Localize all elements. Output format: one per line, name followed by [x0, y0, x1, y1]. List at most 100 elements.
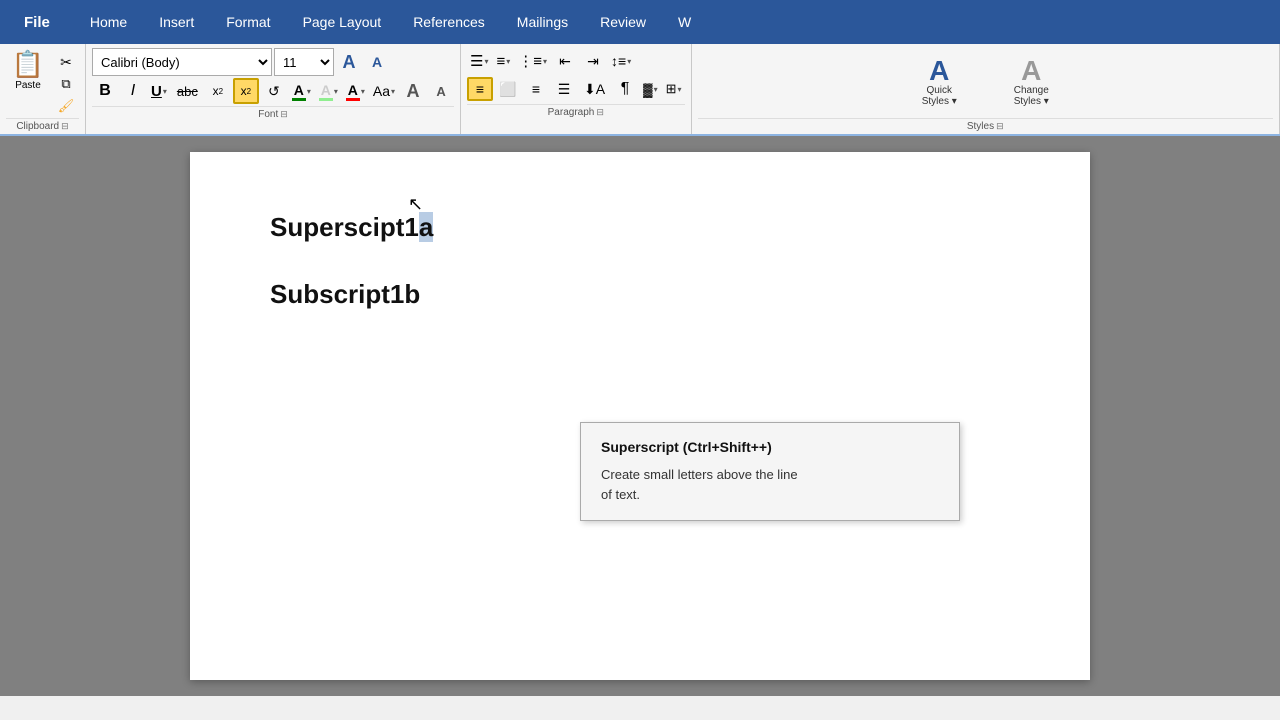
shading-dropdown[interactable]: ▓ ▾: [640, 77, 661, 101]
paragraph-label: Paragraph ⊟: [467, 104, 685, 120]
font-highlight-drop-arrow: ▾: [334, 87, 338, 96]
font-label: Font ⊟: [92, 106, 454, 122]
bullets-icon: ☰: [470, 52, 483, 70]
shrink-a-button[interactable]: A: [428, 78, 454, 104]
text-highlight-dropdown[interactable]: A ▾: [289, 79, 314, 103]
underline-dropdown[interactable]: U ▾: [148, 79, 170, 103]
font-name-select[interactable]: Calibri (Body): [92, 48, 272, 76]
change-styles-button[interactable]: A Change Styles ▾: [991, 56, 1071, 108]
decrease-indent-button[interactable]: ⇤: [552, 48, 578, 74]
aa-icon: Aa: [373, 83, 390, 99]
numbering-dropdown[interactable]: ≡ ▾: [493, 49, 513, 73]
line-spacing-dropdown[interactable]: ↕≡ ▾: [608, 49, 634, 73]
tooltip-title: Superscript (Ctrl+Shift++): [601, 439, 939, 455]
subscript-button[interactable]: x2: [205, 78, 231, 104]
font-expand-icon[interactable]: ⊟: [280, 109, 288, 120]
more-menu[interactable]: W: [662, 0, 707, 44]
ribbon-groups: 📋 Paste ✂ ⧉ 🖌 Clipboard: [0, 44, 1280, 134]
multilevel-icon: ⋮≡: [518, 52, 542, 70]
paste-label: Paste: [15, 80, 41, 91]
clipboard-label: Clipboard ⊟: [6, 118, 79, 134]
align-left-icon: ≡: [476, 81, 484, 97]
mailings-menu[interactable]: Mailings: [501, 0, 584, 44]
tooltip-description: Create small letters above the lineof te…: [601, 465, 939, 504]
change-styles-label: Change Styles ▾: [1014, 85, 1049, 107]
superscript-highlighted-char: a: [419, 212, 433, 242]
paste-button[interactable]: 📋 Paste: [6, 48, 50, 92]
superscript-button[interactable]: x2: [233, 78, 259, 104]
copy-button[interactable]: ⧉: [53, 74, 79, 94]
quick-styles-label: Quick Styles ▾: [922, 85, 957, 107]
paragraph-group: ☰ ▾ ≡ ▾ ⋮≡ ▾ ⇤ ⇥: [461, 44, 692, 134]
format-menu[interactable]: Format: [210, 0, 286, 44]
highlight-color-bar: [292, 98, 306, 101]
align-right-button[interactable]: ≡: [523, 77, 549, 101]
font-color-dropdown[interactable]: A ▾: [343, 79, 368, 103]
document-area: ↖ Superscipt1a Subscript1b Superscript (…: [0, 136, 1280, 696]
clipboard-expand-icon[interactable]: ⊟: [61, 121, 69, 132]
font-color-icon: A: [348, 82, 358, 98]
clipboard-icon: 📋: [12, 49, 44, 80]
file-menu[interactable]: File: [0, 0, 74, 44]
font-highlight-dropdown[interactable]: A ▾: [316, 79, 341, 103]
references-menu[interactable]: References: [397, 0, 501, 44]
borders-icon: ⊞: [666, 81, 677, 97]
pilcrow-button[interactable]: ¶: [612, 76, 638, 102]
insert-menu[interactable]: Insert: [143, 0, 210, 44]
underline-drop-arrow: ▾: [163, 87, 167, 96]
align-right-icon: ≡: [532, 81, 540, 97]
grow-a-button[interactable]: A: [400, 78, 426, 104]
align-center-icon: ⬜: [499, 81, 516, 98]
font-group: Calibri (Body) 11 A A B I U ▾: [86, 44, 461, 134]
aa-dropdown[interactable]: Aa ▾: [370, 79, 398, 103]
page-layout-menu[interactable]: Page Layout: [287, 0, 398, 44]
strikethrough-button[interactable]: abc: [172, 78, 203, 104]
para-row2: ≡ ⬜ ≡ ☰ ⬇A ¶: [467, 76, 685, 102]
bullets-dropdown[interactable]: ☰ ▾: [467, 49, 491, 73]
grow-font-button[interactable]: A: [336, 49, 362, 75]
sort-button[interactable]: ⬇A: [579, 76, 610, 102]
borders-dropdown[interactable]: ⊞ ▾: [663, 77, 685, 101]
document-page[interactable]: Superscipt1a Subscript1b Superscript (Ct…: [190, 152, 1090, 680]
justify-button[interactable]: ☰: [551, 77, 577, 101]
font-color-bar: [346, 98, 360, 101]
highlight-a-icon: A: [294, 82, 304, 98]
multilevel-drop-arrow: ▾: [543, 57, 547, 66]
format-painter-button[interactable]: 🖌: [53, 96, 79, 116]
scissors-icon: ✂: [60, 54, 72, 71]
copy-icon: ⧉: [61, 76, 70, 92]
para-expand-icon[interactable]: ⊟: [596, 107, 604, 118]
shrink-font-button[interactable]: A: [364, 49, 390, 75]
styles-label: Styles ⊟: [698, 118, 1273, 134]
home-menu[interactable]: Home: [74, 0, 143, 44]
increase-indent-button[interactable]: ⇥: [580, 48, 606, 74]
multilevel-dropdown[interactable]: ⋮≡ ▾: [515, 49, 550, 73]
line-spacing-drop-arrow: ▾: [627, 57, 631, 66]
italic-button[interactable]: I: [120, 78, 146, 104]
bold-button[interactable]: B: [92, 78, 118, 104]
font-size-select[interactable]: 11: [274, 48, 334, 76]
justify-icon: ☰: [558, 81, 571, 98]
menu-bar: File Home Insert Format Page Layout Refe…: [0, 0, 1280, 44]
cut-button[interactable]: ✂: [53, 52, 79, 72]
shading-drop-arrow: ▾: [654, 85, 658, 94]
styles-expand-icon[interactable]: ⊟: [996, 121, 1004, 132]
quick-styles-button[interactable]: A Quick Styles ▾: [899, 56, 979, 108]
aa-drop-arrow: ▾: [391, 87, 395, 96]
clipboard-group: 📋 Paste ✂ ⧉ 🖌 Clipboard: [0, 44, 86, 134]
bullets-drop-arrow: ▾: [484, 57, 488, 66]
subscript-text: Subscript1b: [270, 279, 420, 309]
ribbon: 📋 Paste ✂ ⧉ 🖌 Clipboard: [0, 44, 1280, 136]
align-left-button[interactable]: ≡: [467, 77, 493, 101]
subscript-text-line: Subscript1b: [270, 279, 1010, 310]
paragraph-content: ☰ ▾ ≡ ▾ ⋮≡ ▾ ⇤ ⇥: [467, 48, 685, 102]
clear-format-button[interactable]: ↺: [261, 78, 287, 104]
quick-styles-a-icon: A: [929, 57, 949, 85]
shading-icon: ▓: [643, 82, 652, 97]
underline-label: U: [151, 83, 162, 100]
borders-drop-arrow: ▾: [678, 85, 682, 94]
review-menu[interactable]: Review: [584, 0, 662, 44]
superscript-text-line: Superscipt1a: [270, 212, 1010, 243]
line-spacing-icon: ↕≡: [611, 53, 626, 69]
align-center-button[interactable]: ⬜: [495, 77, 521, 101]
